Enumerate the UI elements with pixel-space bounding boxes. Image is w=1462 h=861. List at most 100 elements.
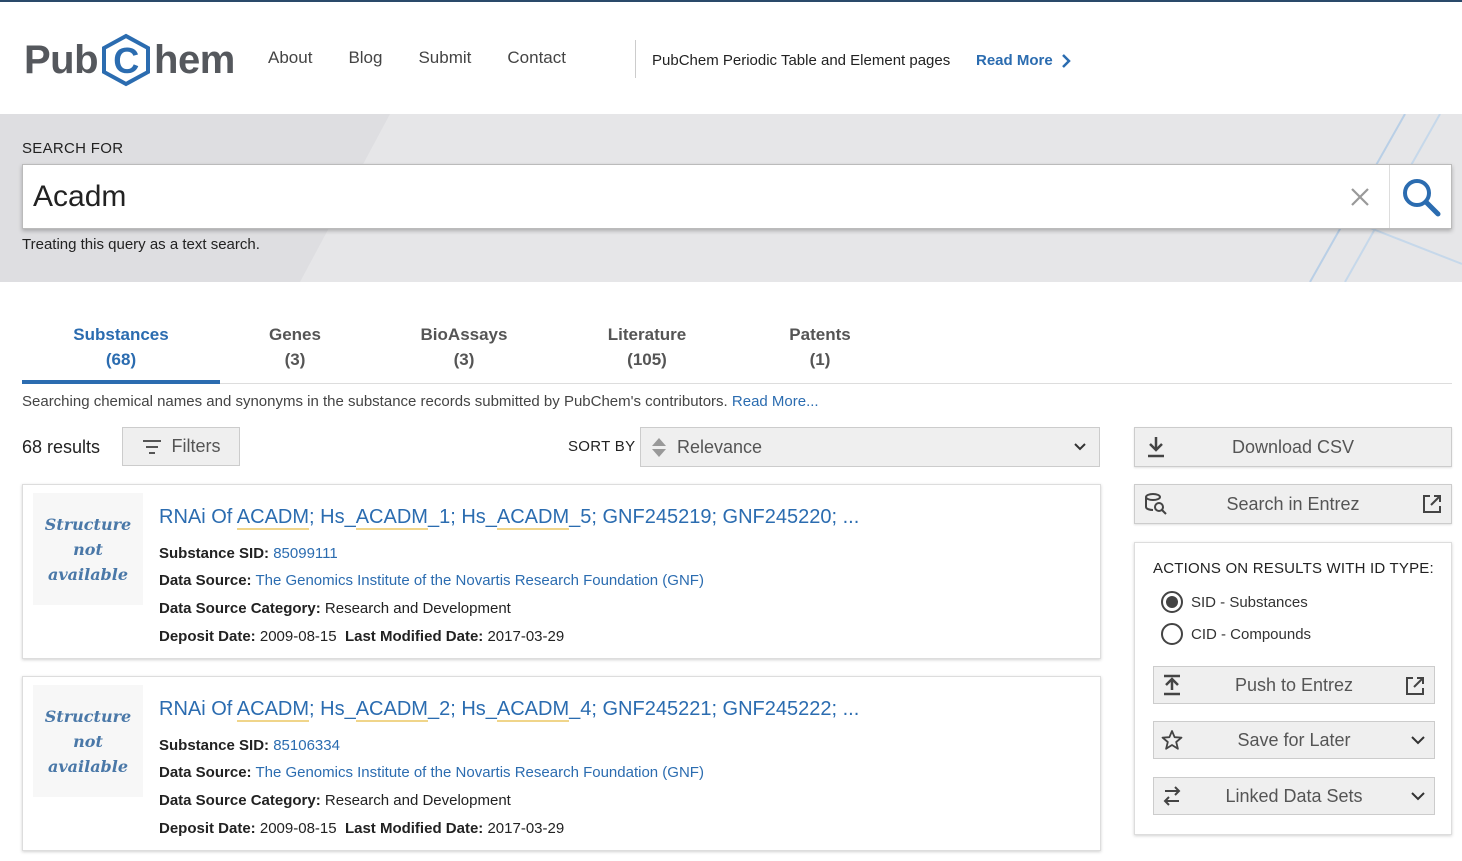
tab-literature[interactable]: Literature (105) xyxy=(567,322,727,384)
search-label: SEARCH FOR xyxy=(22,140,124,157)
search-input[interactable] xyxy=(23,165,1331,228)
sort-updown-icon xyxy=(652,438,666,457)
search-icon xyxy=(1402,178,1440,216)
upload-icon xyxy=(1164,674,1180,696)
deposit-date: 2009-08-15 xyxy=(259,628,337,645)
title-part: _1; Hs_ xyxy=(427,506,497,528)
field-label: Last Modified Date: xyxy=(344,628,484,645)
title-highlight: ACADM xyxy=(236,698,310,722)
search-hint: Treating this query as a text search. xyxy=(22,236,260,253)
nav-submit[interactable]: Submit xyxy=(418,48,471,68)
sid-field: Substance SID: 85099111 xyxy=(159,545,338,562)
push-to-entrez-label: Push to Entrez xyxy=(1234,674,1354,695)
tab-label: BioAssays xyxy=(420,325,508,344)
external-link-icon xyxy=(1406,677,1424,695)
category-value: Research and Development xyxy=(324,792,511,809)
nav-about[interactable]: About xyxy=(268,48,312,68)
actions-heading: ACTIONS ON RESULTS WITH ID TYPE: xyxy=(1153,560,1434,577)
radio-unchecked-icon xyxy=(1161,623,1183,645)
title-part: _4; GNF245221; GNF245222; ... xyxy=(569,698,860,720)
close-icon xyxy=(1351,187,1369,206)
radio-label: SID - Substances xyxy=(1191,593,1308,611)
structure-thumbnail[interactable]: Structure not available xyxy=(33,493,143,605)
tab-substances[interactable]: Substances (68) xyxy=(22,322,220,384)
radio-cid-compounds[interactable]: CID - Compounds xyxy=(1161,623,1311,645)
search-button[interactable] xyxy=(1389,165,1451,228)
download-csv-button[interactable]: Download CSV xyxy=(1134,427,1452,467)
sort-value: Relevance xyxy=(677,436,763,457)
source-link[interactable]: The Genomics Institute of the Novartis R… xyxy=(255,572,704,589)
external-link-icon xyxy=(1423,495,1441,513)
nav-blog[interactable]: Blog xyxy=(348,48,382,68)
tab-label: Substances xyxy=(73,325,169,344)
result-tabs: Substances (68) Genes (3) BioAssays (3) … xyxy=(22,322,1452,384)
promo-text: PubChem Periodic Table and Element pages xyxy=(652,52,951,69)
field-label: Data Source Category: xyxy=(159,792,321,809)
description-read-more-link[interactable]: Read More... xyxy=(732,393,819,410)
radio-sid-substances[interactable]: SID - Substances xyxy=(1161,591,1308,613)
sort-select[interactable]: Relevance xyxy=(640,427,1100,467)
dates-field: Deposit Date: 2009-08-15 Last Modified D… xyxy=(159,628,564,645)
nav-contact[interactable]: Contact xyxy=(507,48,566,68)
search-in-entrez-button[interactable]: Search in Entrez xyxy=(1134,484,1452,524)
field-label: Deposit Date: xyxy=(159,820,256,837)
field-label: Substance SID: xyxy=(159,737,270,754)
field-label: Data Source Category: xyxy=(159,600,321,617)
title-part: _2; Hs_ xyxy=(427,698,497,720)
chevron-down-icon xyxy=(1411,736,1425,745)
chevron-right-icon xyxy=(1061,53,1071,68)
title-part: ; Hs_ xyxy=(309,698,356,720)
tab-label: Genes xyxy=(269,325,321,344)
title-part: ; Hs_ xyxy=(309,506,356,528)
result-card: Structure not available RNAi Of ACADM; Hs… xyxy=(22,676,1101,851)
sid-link[interactable]: 85106334 xyxy=(273,737,340,754)
header-divider xyxy=(635,40,636,78)
logo-text-left: Pub xyxy=(24,37,99,82)
field-label: Data Source: xyxy=(159,764,252,781)
database-search-icon xyxy=(1145,493,1167,515)
radio-checked-icon xyxy=(1161,591,1183,613)
dates-field: Deposit Date: 2009-08-15 Last Modified D… xyxy=(159,820,564,837)
chevron-down-icon xyxy=(1411,792,1425,801)
push-to-entrez-button[interactable]: Push to Entrez xyxy=(1153,666,1435,704)
save-for-later-button[interactable]: Save for Later xyxy=(1153,721,1435,759)
result-title-link[interactable]: RNAi Of ACADM; Hs_ACADM_2; Hs_ACADM_4; G… xyxy=(159,698,860,722)
category-field: Data Source Category: Research and Devel… xyxy=(159,792,511,809)
field-label: Last Modified Date: xyxy=(344,820,484,837)
promo-link-label: Read More xyxy=(976,52,1053,69)
linked-data-sets-button[interactable]: Linked Data Sets xyxy=(1153,777,1435,815)
promo-read-more-link[interactable]: Read More xyxy=(976,52,1071,69)
filters-button[interactable]: Filters xyxy=(122,427,240,466)
linked-data-sets-label: Linked Data Sets xyxy=(1225,785,1363,806)
category-value: Research and Development xyxy=(324,600,511,617)
tab-patents[interactable]: Patents (1) xyxy=(750,322,890,384)
logo-hexagon-icon: C xyxy=(102,33,151,87)
filters-label: Filters xyxy=(171,436,221,456)
source-link[interactable]: The Genomics Institute of the Novartis R… xyxy=(255,764,704,781)
site-header: Pub C hem About Blog Submit Contact PubC… xyxy=(0,2,1462,114)
search-band: SEARCH FOR Treating this query as a text… xyxy=(0,114,1462,282)
results-count: 68 results xyxy=(22,437,101,457)
search-in-entrez-label: Search in Entrez xyxy=(1226,493,1360,514)
result-title-link[interactable]: RNAi Of ACADM; Hs_ACADM_1; Hs_ACADM_5; G… xyxy=(159,506,859,530)
star-icon xyxy=(1161,730,1183,750)
save-for-later-label: Save for Later xyxy=(1237,729,1351,750)
tab-count: (105) xyxy=(627,350,667,369)
deposit-date: 2009-08-15 xyxy=(259,820,337,837)
field-label: Data Source: xyxy=(159,572,252,589)
sid-link[interactable]: 85099111 xyxy=(273,545,338,562)
title-highlight: ACADM xyxy=(355,698,428,722)
clear-search-button[interactable] xyxy=(1331,165,1389,228)
title-highlight: ACADM xyxy=(496,698,570,722)
tab-genes[interactable]: Genes (3) xyxy=(220,322,370,384)
thumb-line: not available xyxy=(48,539,128,584)
source-field: Data Source: The Genomics Institute of t… xyxy=(159,764,704,781)
structure-thumbnail[interactable]: Structure not available xyxy=(33,685,143,797)
title-part: RNAi Of xyxy=(159,698,237,720)
search-box xyxy=(22,164,1452,229)
tab-label: Patents xyxy=(789,325,851,344)
sort-by-label: SORT BY xyxy=(568,438,636,455)
sid-field: Substance SID: 85106334 xyxy=(159,737,340,754)
tab-bioassays[interactable]: BioAssays (3) xyxy=(382,322,546,384)
pubchem-logo[interactable]: Pub C hem xyxy=(24,32,235,88)
